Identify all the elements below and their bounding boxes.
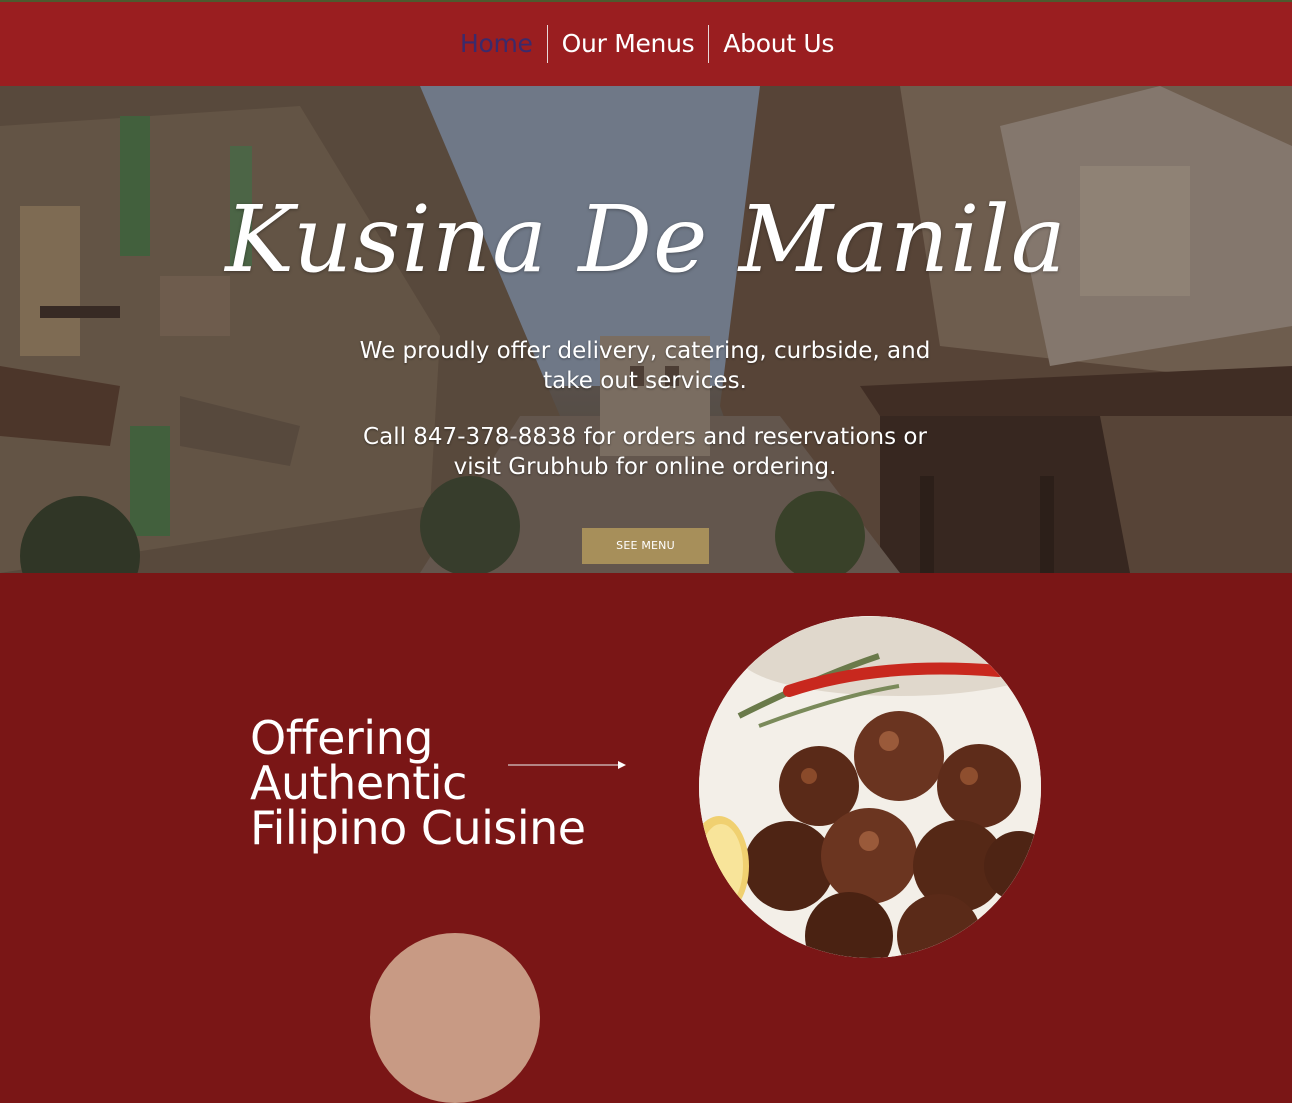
food-photo <box>699 616 1041 958</box>
hero-overlay <box>0 86 1292 573</box>
nav-item-about-us[interactable]: About Us <box>709 24 848 64</box>
hero-banner: Kusina De Manila We proudly offer delive… <box>0 86 1292 573</box>
cuisine-section: Offering Authentic Filipino Cuisine <box>0 573 1292 1103</box>
nav-item-our-menus[interactable]: Our Menus <box>548 24 709 64</box>
pork-adobo-image <box>699 616 1041 958</box>
top-navigation: Home Our Menus About Us <box>0 2 1292 86</box>
right-arrow-icon <box>508 761 626 769</box>
tagline-line: Offering <box>250 711 433 765</box>
secondary-food-photo <box>370 933 540 1103</box>
restaurant-title: Kusina De Manila <box>225 186 1067 293</box>
cuisine-tagline: Offering Authentic Filipino Cuisine <box>250 711 630 855</box>
services-text: We proudly offer delivery, catering, cur… <box>359 338 931 394</box>
tagline-line: Filipino Cuisine <box>250 801 586 855</box>
nav-menu: Home Our Menus About Us <box>446 24 848 64</box>
see-menu-button[interactable]: SEE MENU <box>582 528 709 564</box>
call-text: Call 847-378-8838 for orders and reserva… <box>363 424 927 480</box>
nav-item-home[interactable]: Home <box>446 24 547 64</box>
